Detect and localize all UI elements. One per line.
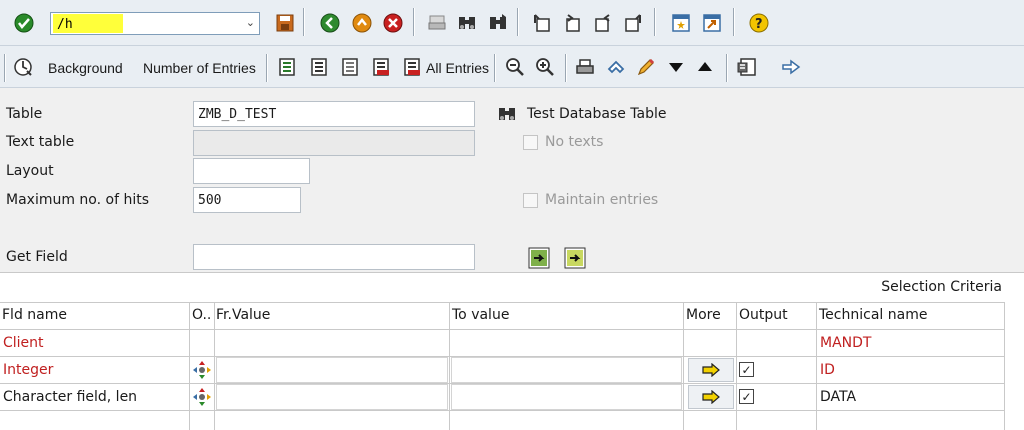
save-icon[interactable] [274,12,296,34]
system-toolbar: ⌄ ? [0,0,1024,46]
selection-criteria-grid: Selection Criteria Fld name O.. Fr.Value… [0,272,1024,430]
get-field-label: Get Field [6,249,68,265]
table-description: Test Database Table [527,106,667,122]
new-session-icon[interactable] [670,12,692,34]
select-all-icon[interactable] [277,56,299,78]
command-input[interactable] [57,15,227,33]
get-field-forward-icon[interactable] [528,247,550,269]
row-fr-value-input[interactable] [216,384,448,410]
output-checkbox[interactable]: ✓ [739,389,754,404]
separator [4,54,5,82]
col-header-more: More [686,307,721,323]
more-button[interactable] [688,358,734,382]
back-icon[interactable] [319,12,341,34]
execute-icon[interactable] [12,56,34,78]
zoom-out-icon[interactable] [504,56,526,78]
select-options-icon[interactable] [192,360,212,380]
pencil-icon[interactable] [635,56,657,78]
print-icon[interactable] [426,12,448,34]
row-fld-name: Integer [3,362,54,378]
separator [494,54,495,82]
output-checkbox[interactable]: ✓ [739,362,754,377]
separator [303,8,304,36]
print-preview-icon[interactable] [574,56,596,78]
first-page-icon[interactable] [531,12,553,34]
last-page-icon[interactable] [622,12,644,34]
more-button[interactable] [688,385,734,409]
separator [565,54,566,82]
enter-icon[interactable] [13,12,35,34]
text-table-label: Text table [6,134,75,150]
background-button[interactable]: Background [48,60,123,76]
grid-title: Selection Criteria [881,279,1002,295]
more-arrow-icon [702,363,720,377]
number-of-entries-button[interactable]: Number of Entries [143,60,256,76]
row-fld-name: Character field, len [3,389,138,405]
exit-icon[interactable] [351,12,373,34]
layout-field[interactable] [193,158,310,184]
col-header-technical-name: Technical name [819,307,928,323]
delete-row-icon[interactable] [371,56,393,78]
select-block-icon[interactable] [340,56,362,78]
prev-page-icon[interactable] [561,12,583,34]
row-to-value-input[interactable] [451,357,682,383]
layout-settings-icon[interactable] [736,56,758,78]
separator [517,8,518,36]
separator [654,8,655,36]
row-technical-name: ID [820,362,835,378]
separator [266,54,267,82]
maintain-entries-checkbox [523,193,538,208]
deselect-all-icon[interactable] [309,56,331,78]
no-texts-label: No texts [545,134,604,150]
separator [726,54,727,82]
grid-line [0,410,1004,411]
chevron-down-icon[interactable]: ⌄ [246,16,255,29]
all-entries-button[interactable]: All Entries [426,60,489,76]
sort-ascending-icon[interactable] [694,56,716,78]
get-field-input[interactable] [193,244,475,270]
shortcut-icon[interactable] [701,12,723,34]
select-options-icon[interactable] [192,387,212,407]
find-icon[interactable] [456,12,478,34]
table-field[interactable]: ZMB_D_TEST [193,101,475,127]
no-texts-checkbox [523,135,538,150]
more-arrow-icon [702,390,720,404]
col-header-option: O.. [192,307,212,323]
col-header-fld-name: Fld name [2,307,67,323]
row-fld-name: Client [3,335,44,351]
help-icon[interactable]: ? [748,12,770,34]
maintain-entries-label: Maintain entries [545,192,659,208]
table-label: Table [6,106,43,122]
row-fr-value-input[interactable] [216,357,448,383]
find-next-icon[interactable] [487,12,509,34]
application-toolbar: Background Number of Entries All Entries [0,46,1024,88]
zoom-in-icon[interactable] [534,56,556,78]
separator [413,8,414,36]
separator [733,8,734,36]
col-header-output: Output [739,307,788,323]
max-hits-field[interactable]: 500 [193,187,301,213]
next-page-icon[interactable] [592,12,614,34]
max-hits-label: Maximum no. of hits [6,192,150,208]
sort-descending-icon[interactable] [665,56,687,78]
command-field[interactable]: ⌄ [50,12,260,35]
grid-line [1004,302,1005,430]
svg-text:?: ? [755,17,763,32]
row-technical-name: MANDT [820,335,872,351]
layout-label: Layout [6,163,54,179]
row-technical-name: DATA [820,389,857,405]
all-entries-icon[interactable] [402,56,424,78]
binoculars-icon[interactable] [496,103,518,125]
text-table-field [193,130,475,156]
upload-icon[interactable] [605,56,627,78]
export-icon[interactable] [780,56,802,78]
get-field-back-icon[interactable] [564,247,586,269]
row-to-value-input[interactable] [451,384,682,410]
cancel-icon[interactable] [382,12,404,34]
col-header-to-value: To value [452,307,510,323]
col-header-fr-value: Fr.Value [216,307,271,323]
